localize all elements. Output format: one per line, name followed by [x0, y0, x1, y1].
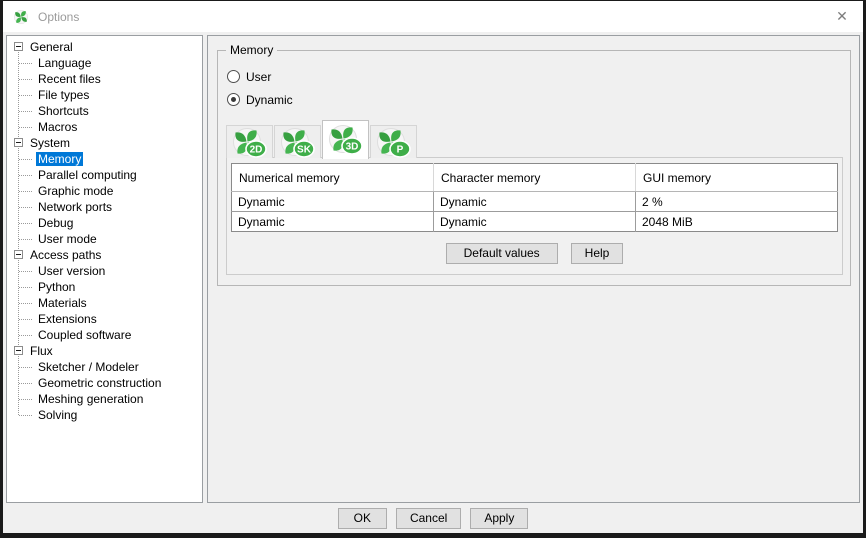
tab-2d[interactable]: 2D	[226, 125, 273, 158]
table-header-row: Numerical memory Character memory GUI me…	[232, 164, 838, 192]
tree-item-meshing-generation[interactable]: Meshing generation	[7, 391, 202, 407]
close-icon[interactable]: ✕	[831, 8, 853, 25]
category-tree: General Language Recent files File types…	[7, 36, 202, 423]
tree-item-materials[interactable]: Materials	[7, 295, 202, 311]
tree-item-macros[interactable]: Macros	[7, 119, 202, 135]
collapse-icon[interactable]	[14, 250, 23, 259]
tree-item-system[interactable]: System	[7, 135, 202, 151]
svg-text:2D: 2D	[249, 144, 262, 155]
cell-gui-row1[interactable]: 2 %	[636, 192, 838, 212]
tab-sk[interactable]: SK	[274, 125, 321, 158]
tree-item-network-ports[interactable]: Network ports	[7, 199, 202, 215]
dialog-button-bar: OK Cancel Apply	[3, 503, 863, 533]
options-window: Options ✕ General Language Recent files …	[0, 0, 866, 538]
settings-panel: Memory User Dynamic	[207, 35, 860, 503]
flux-p-icon: P	[375, 125, 413, 160]
tree-item-solving[interactable]: Solving	[7, 407, 202, 423]
cell-numerical-row1[interactable]: Dynamic	[232, 192, 434, 212]
flux-2d-icon: 2D	[231, 125, 269, 160]
tab-3d[interactable]: 3D	[322, 120, 369, 159]
collapse-icon[interactable]	[14, 346, 23, 355]
tree-item-flux[interactable]: Flux	[7, 343, 202, 359]
memory-tab-pane: Numerical memory Character memory GUI me…	[226, 157, 843, 275]
collapse-icon[interactable]	[14, 138, 23, 147]
apply-button[interactable]: Apply	[470, 508, 528, 529]
help-button[interactable]: Help	[571, 243, 624, 264]
col-gui-memory: GUI memory	[636, 164, 838, 192]
tree-item-geometric-construction[interactable]: Geometric construction	[7, 375, 202, 391]
default-values-button[interactable]: Default values	[446, 243, 558, 264]
tree-item-language[interactable]: Language	[7, 55, 202, 71]
ok-button[interactable]: OK	[338, 508, 387, 529]
tree-item-graphic-mode[interactable]: Graphic mode	[7, 183, 202, 199]
memory-groupbox: Memory User Dynamic	[217, 50, 851, 286]
title-bar[interactable]: Options ✕	[3, 1, 863, 32]
tree-item-debug[interactable]: Debug	[7, 215, 202, 231]
tree-item-parallel-computing[interactable]: Parallel computing	[7, 167, 202, 183]
cell-character-row1[interactable]: Dynamic	[434, 192, 636, 212]
cancel-button[interactable]: Cancel	[396, 508, 461, 529]
flux-3d-icon: 3D	[327, 122, 365, 157]
table-row: Dynamic Dynamic 2 %	[232, 192, 838, 212]
collapse-icon[interactable]	[14, 42, 23, 51]
window-title: Options	[38, 10, 79, 24]
svg-text:3D: 3D	[345, 142, 358, 153]
tree-item-python[interactable]: Python	[7, 279, 202, 295]
col-numerical-memory: Numerical memory	[232, 164, 434, 192]
pane-button-row: Default values Help	[231, 243, 838, 264]
tree-item-extensions[interactable]: Extensions	[7, 311, 202, 327]
tree-item-access-paths[interactable]: Access paths	[7, 247, 202, 263]
col-character-memory: Character memory	[434, 164, 636, 192]
svg-text:P: P	[396, 144, 403, 155]
radio-user[interactable]: User	[227, 65, 845, 88]
tab-p[interactable]: P	[370, 125, 417, 158]
tree-item-coupled-software[interactable]: Coupled software	[7, 327, 202, 343]
cell-gui-row2[interactable]: 2048 MiB	[636, 212, 838, 232]
radio-user-circle[interactable]	[227, 70, 240, 83]
tree-item-user-version[interactable]: User version	[7, 263, 202, 279]
flux-sk-icon: SK	[279, 125, 317, 160]
main-area: General Language Recent files File types…	[3, 32, 863, 503]
tree-item-sketcher-modeler[interactable]: Sketcher / Modeler	[7, 359, 202, 375]
category-tree-panel: General Language Recent files File types…	[6, 35, 203, 503]
tree-item-user-mode[interactable]: User mode	[7, 231, 202, 247]
window-frame: Options ✕ General Language Recent files …	[3, 1, 863, 533]
tree-item-recent-files[interactable]: Recent files	[7, 71, 202, 87]
tree-item-file-types[interactable]: File types	[7, 87, 202, 103]
tree-item-general[interactable]: General	[7, 39, 202, 55]
memory-group-label: Memory	[226, 43, 277, 57]
app-flux-icon	[13, 9, 29, 25]
cell-character-row2[interactable]: Dynamic	[434, 212, 636, 232]
tree-item-memory-selected[interactable]: Memory	[7, 151, 202, 167]
radio-dynamic[interactable]: Dynamic	[227, 88, 845, 111]
table-row: Dynamic Dynamic 2048 MiB	[232, 212, 838, 232]
radio-dynamic-circle[interactable]	[227, 93, 240, 106]
tree-item-shortcuts[interactable]: Shortcuts	[7, 103, 202, 119]
svg-text:SK: SK	[297, 144, 312, 155]
cell-numerical-row2[interactable]: Dynamic	[232, 212, 434, 232]
memory-table: Numerical memory Character memory GUI me…	[231, 163, 838, 232]
module-tabs: 2D SK	[226, 119, 845, 158]
